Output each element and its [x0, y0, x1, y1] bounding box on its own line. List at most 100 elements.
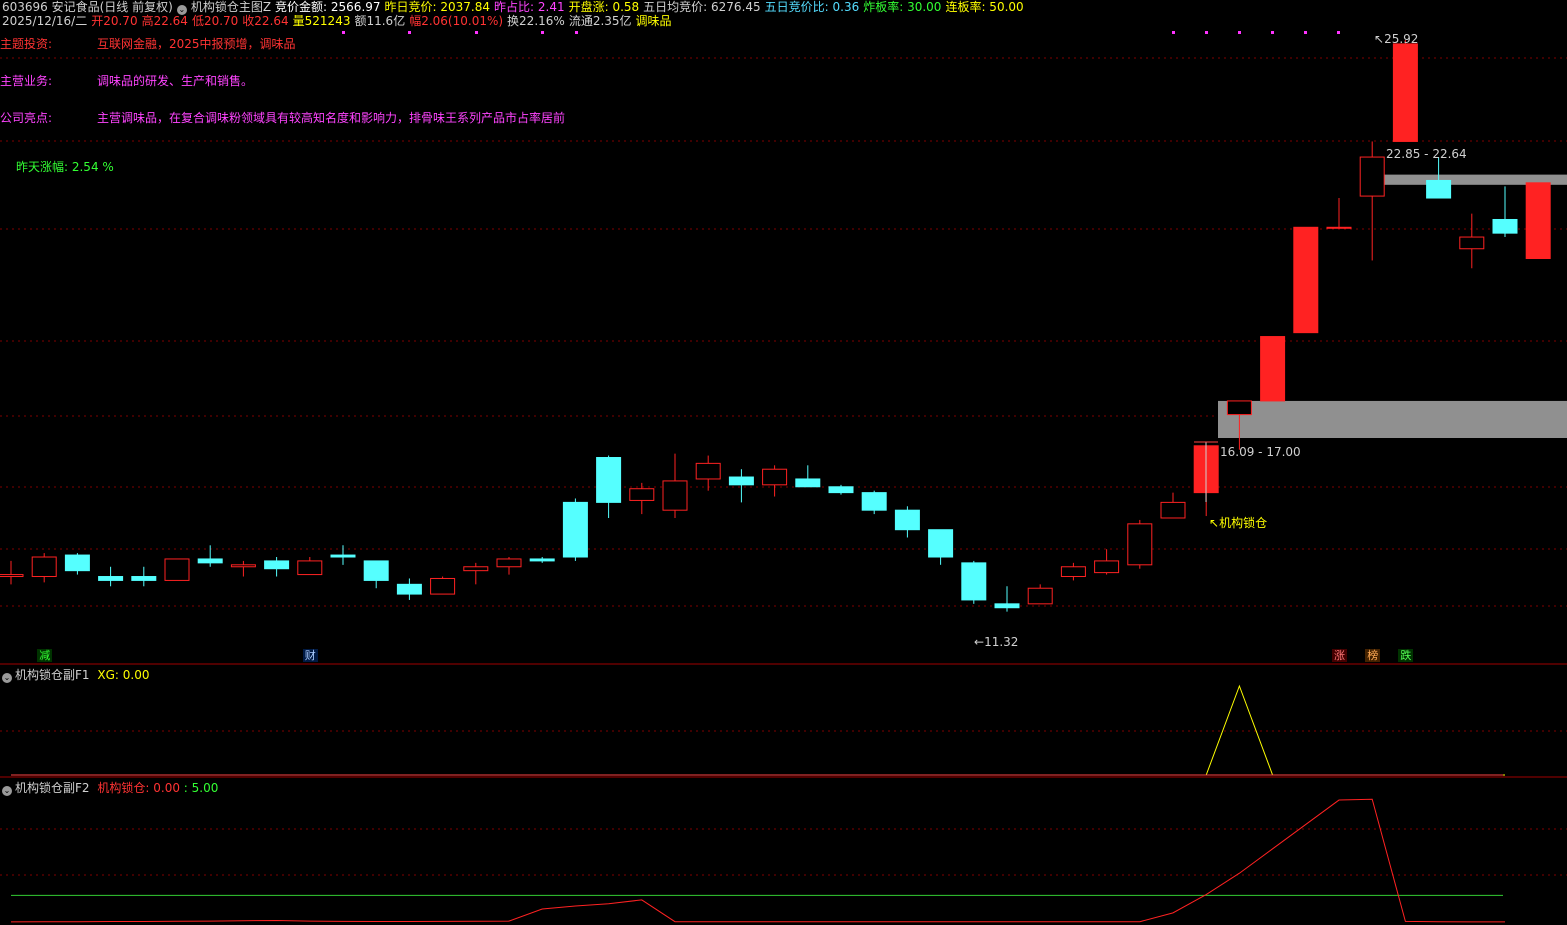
lower-zone-label: 16.09 - 17.00 [1220, 445, 1301, 459]
candle-body [828, 486, 854, 494]
header-field: 调味品 [635, 14, 672, 28]
candle-body [1027, 587, 1053, 605]
candle-body [1326, 226, 1352, 229]
header-field: 额11.6亿 [354, 14, 406, 28]
marker-dot [1172, 31, 1175, 34]
candle-body [562, 501, 588, 558]
header-field: 五日竞价比: 0.36 [764, 0, 860, 14]
marker-dot [575, 31, 578, 34]
candle-body [297, 560, 323, 576]
candle-body [264, 560, 290, 570]
candle-body [795, 478, 821, 488]
candle-body [64, 554, 90, 572]
candle-body [1459, 236, 1485, 250]
grid-lines [0, 57, 1567, 876]
header-field: 低20.70 [191, 14, 239, 28]
candle-body [430, 577, 456, 595]
candle-body [98, 576, 124, 581]
candle-body [1392, 43, 1418, 142]
info-label: 公司亮点: [0, 111, 53, 125]
header-line-1: 603696 安记食品(日线 前复权) ⌄ 机构锁仓主图Z 竞价金额: 2566.97… [2, 0, 1028, 15]
yesterday-change: 昨天涨幅: 2.54 % [16, 160, 114, 174]
header-field: 昨占比: 2.41 [494, 0, 565, 14]
header-field: 五日均竞价: 6276.45 [643, 0, 761, 14]
marker-dot [408, 31, 411, 34]
candle-body [1359, 156, 1385, 197]
info-value: 调味品的研发、生产和销售。 [97, 74, 254, 88]
high-price-label: ↖25.92 [1374, 32, 1419, 46]
low-price-label: ←11.32 [974, 635, 1019, 649]
header-field: 开20.70 [91, 14, 138, 28]
candle-body [695, 462, 721, 480]
header-field: 收22.64 [242, 14, 289, 28]
header-field: 昨日竞价: 2037.84 [384, 0, 491, 14]
header-field: 高22.64 [141, 14, 188, 28]
candle-body [1492, 218, 1518, 234]
candle-body [396, 583, 422, 595]
candle-body [1226, 400, 1252, 416]
candle-body [1160, 501, 1186, 519]
candle-body [496, 558, 522, 568]
collapse-icon[interactable]: ⌄ [2, 786, 12, 796]
event-badge[interactable]: 榜 [1365, 649, 1381, 662]
header-field: 量521243 [292, 14, 351, 28]
header-field: 开盘涨: 0.58 [568, 0, 640, 14]
f2-line [10, 798, 1505, 923]
event-badge[interactable]: 跌 [1398, 649, 1414, 662]
signal-label: ↖机构锁仓 [1209, 516, 1268, 530]
marker-dot [1304, 31, 1307, 34]
candle-body [230, 564, 256, 568]
header-field: 流通2.35亿 [568, 14, 632, 28]
marker-dot [1238, 31, 1241, 34]
header-field: 幅2.06(10.01%) [409, 14, 504, 28]
header-field: 换22.16% [507, 14, 565, 28]
candle-body [1426, 179, 1452, 199]
candle-body [0, 574, 24, 578]
header-field: 机构锁仓主图Z [190, 0, 272, 14]
chart-canvas [0, 31, 1567, 923]
header-field: 炸板率: 30.00 [863, 0, 942, 14]
candle-body [1094, 560, 1120, 574]
candle-body [994, 603, 1020, 609]
candle-body [629, 488, 655, 501]
upper-zone-label: 22.85 - 22.64 [1386, 147, 1467, 161]
candle-body [197, 558, 223, 564]
event-badge[interactable]: 涨 [1332, 649, 1347, 662]
candle-body [961, 562, 987, 601]
candle-body [1127, 523, 1153, 566]
candle-body [330, 554, 356, 558]
header-field: 连板率: 50.00 [945, 0, 1024, 14]
header-field: 竞价金额: 2566.97 [275, 0, 381, 14]
candle-body [529, 558, 555, 562]
marker-dot [475, 31, 478, 34]
marker-dot [342, 31, 345, 34]
candle-body [596, 457, 622, 503]
header-field: 603696 安记食品(日线 前复权) [2, 0, 173, 14]
marker-dot [1205, 31, 1208, 34]
info-label: 主题投资: [0, 37, 53, 51]
header-field: 2025/12/16/二 [2, 14, 88, 28]
candle-body [894, 509, 920, 531]
candle-body [1525, 182, 1551, 260]
event-badge[interactable]: 财 [302, 649, 318, 662]
candle-body [662, 480, 688, 511]
info-value: 互联网金融，2025中报预增，调味品 [97, 37, 296, 51]
header-line-2: 2025/12/16/二 开20.70 高22.64 低20.70 收22.64 量521… [2, 14, 676, 28]
candle-body [1293, 226, 1319, 334]
collapse-icon[interactable]: ⌄ [2, 673, 12, 683]
chart-annotations [342, 31, 1340, 502]
candle-body [728, 476, 754, 486]
sub2-header: ⌄ 机构锁仓副F2 机构锁仓: 0.00 : 5.00 [2, 781, 219, 796]
sub-chart-f2 [10, 798, 1505, 923]
sub1-header: ⌄ 机构锁仓副F1 XG: 0.00 [2, 668, 150, 683]
candle-body [762, 468, 788, 486]
candle-body [928, 529, 954, 558]
candle-body [1060, 566, 1086, 578]
event-badge[interactable]: 减 [37, 649, 53, 662]
info-value: 主营调味品，在复合调味粉领域具有较高知名度和影响力，排骨味王系列产品市占率居前 [97, 111, 566, 125]
support-zone [1218, 400, 1567, 438]
candle-body [164, 558, 190, 581]
candle-body [1260, 336, 1286, 402]
candle-body [31, 556, 57, 578]
marker-dot [541, 31, 544, 34]
